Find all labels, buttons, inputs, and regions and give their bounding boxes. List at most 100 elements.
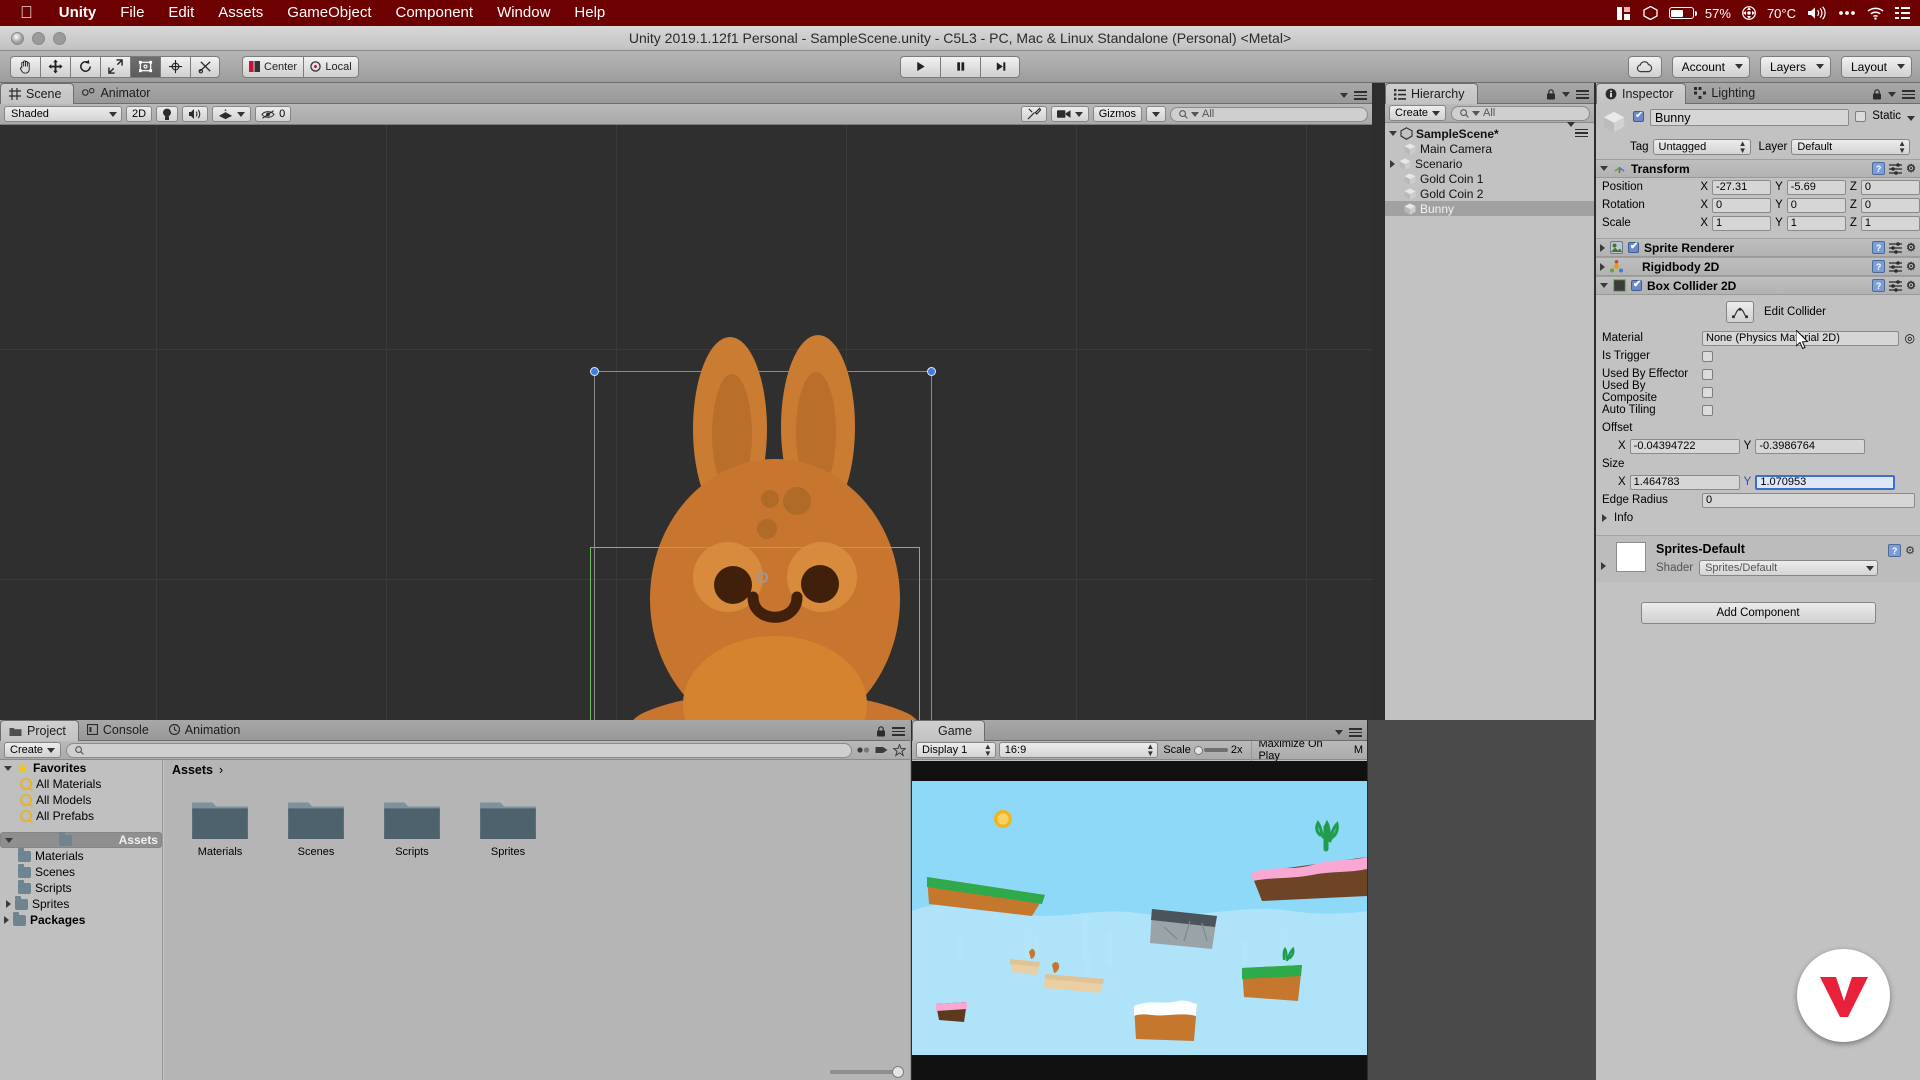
project-tree-scripts[interactable]: Scripts [0,879,162,896]
rect-handle-top-right[interactable] [927,367,936,376]
game-view-render[interactable] [912,761,1367,1080]
minimize-button[interactable] [32,32,45,45]
scene-tab-menu[interactable] [1340,91,1367,100]
gizmos-dropdown[interactable]: Gizmos [1092,106,1142,122]
edit-collider-button[interactable] [1726,301,1754,323]
collider-info-row[interactable]: Info [1596,509,1920,527]
asset-item-scenes[interactable]: Scenes [270,796,362,858]
scale-x-field[interactable]: 1 [1712,215,1772,231]
preset-icon[interactable] [1889,241,1903,254]
auto-tiling-checkbox[interactable] [1702,404,1713,416]
project-tree-favorites[interactable]: Favorites [0,760,162,776]
help-icon[interactable]: ? [1872,241,1886,254]
scale-y-field[interactable]: 1 [1786,215,1846,231]
object-name-field[interactable]: Bunny [1650,109,1850,126]
menu-edit[interactable]: Edit [156,0,206,26]
filter-by-type-icon[interactable] [857,744,870,756]
position-x-field[interactable]: -27.31 [1712,179,1772,195]
panel-menu-icon[interactable] [1349,728,1362,737]
tab-animation[interactable]: Animation [161,719,253,740]
rect-tool-button[interactable] [130,55,160,78]
asset-zoom-slider-handle[interactable] [892,1066,904,1078]
breadcrumb-assets[interactable]: Assets [172,763,213,777]
zoom-button[interactable] [53,32,66,45]
mute-audio-button[interactable]: M [1354,744,1363,756]
component-header-transform[interactable]: Transform ? ⚙ [1596,159,1920,178]
is-trigger-checkbox[interactable] [1702,350,1713,362]
maximize-on-play-button[interactable]: Maximize On Play [1251,738,1346,762]
project-tree-assets[interactable]: Assets [0,831,162,848]
display-dropdown[interactable]: Display 1 ▲ ▼ [916,742,996,758]
toggle-2d-button[interactable]: 2D [126,106,153,122]
project-tree-all-models[interactable]: All Models [0,792,162,808]
chevron-down-icon[interactable] [1600,166,1608,171]
chevron-right-icon[interactable] [6,900,11,908]
chevron-right-icon[interactable] [1600,243,1605,252]
preset-icon[interactable] [1889,162,1903,175]
project-tree-sprites[interactable]: Sprites [0,895,162,912]
tab-inspector[interactable]: Inspector [1596,83,1687,104]
hierarchy-scene-row[interactable]: SampleScene* [1385,121,1594,141]
close-button[interactable] [11,32,24,45]
sprite-renderer-enabled-checkbox[interactable] [1628,241,1639,253]
help-icon[interactable]: ? [1888,544,1902,557]
shader-dropdown[interactable]: Sprites/Default [1699,560,1879,576]
project-tree-materials[interactable]: Materials [0,847,162,864]
material-picker-icon[interactable]: ◎ [1905,331,1915,345]
box-collider-enabled-checkbox[interactable] [1631,279,1642,291]
scene-camera-button[interactable] [1050,106,1089,122]
asset-zoom-slider[interactable] [830,1066,904,1078]
project-tree-all-materials[interactable]: All Materials [0,776,162,792]
project-create-button[interactable]: Create [4,742,62,758]
chevron-right-icon[interactable] [1601,562,1606,570]
gear-icon[interactable]: ⚙ [1905,544,1915,557]
transform-tool-button[interactable] [160,55,190,78]
scene-lighting-toggle[interactable] [156,106,179,122]
help-icon[interactable]: ? [1872,279,1886,292]
volume-icon[interactable] [1807,6,1827,20]
aspect-dropdown[interactable]: 16:9 ▲ ▼ [998,742,1159,758]
layers-dropdown[interactable]: Layers [1759,55,1831,78]
game-tab-menu[interactable] [1335,728,1362,737]
handle-rotation-button[interactable]: Local [303,55,360,78]
hierarchy-item-scenario[interactable]: Scenario [1385,156,1594,171]
apple-icon[interactable]:  [12,4,47,23]
position-z-field[interactable]: 0 [1860,179,1920,195]
chevron-right-icon[interactable] [1602,514,1607,522]
account-dropdown[interactable]: Account [1671,55,1750,78]
scene-view-canvas[interactable] [0,125,1372,720]
layer-dropdown[interactable]: Default ▲ ▼ [1791,139,1910,155]
chevron-down-icon[interactable] [1600,283,1608,288]
play-button[interactable] [900,55,940,78]
project-contents[interactable]: Assets › Materials Scenes Scripts Sprite… [164,760,910,1080]
rotate-tool-button[interactable] [70,55,100,78]
scene-visibility-toggle[interactable]: 0 [255,106,292,122]
tab-console[interactable]: Console [79,719,161,740]
scene-search-input[interactable]: All [1170,106,1368,122]
chevron-right-icon[interactable] [4,916,9,924]
hierarchy-search-input[interactable]: All [1451,105,1590,121]
panel-menu-icon[interactable] [1902,90,1915,99]
control-center-icon[interactable] [1895,7,1910,19]
component-header-sprite-renderer[interactable]: Sprite Renderer ? ⚙ [1596,238,1920,257]
panel-divider[interactable] [910,720,911,1080]
asset-item-sprites[interactable]: Sprites [462,796,554,858]
scale-slider[interactable] [1193,745,1228,755]
hierarchy-item-gold-coin-1[interactable]: Gold Coin 1 [1385,171,1594,186]
project-tab-menu[interactable] [876,726,905,737]
favorites-star-icon[interactable] [893,743,906,757]
menu-assets[interactable]: Assets [206,0,275,26]
size-y-field[interactable]: 1.070953 [1755,474,1896,490]
ellipsis-icon[interactable] [1838,10,1856,16]
chevron-down-icon[interactable] [4,765,12,771]
asset-item-materials[interactable]: Materials [174,796,266,858]
fan-icon[interactable] [1742,6,1756,20]
tab-scene[interactable]: Scene [0,83,75,104]
scene-tools-button[interactable] [1020,106,1047,122]
used-by-effector-checkbox[interactable] [1702,368,1713,380]
preset-icon[interactable] [1889,260,1903,273]
gear-icon[interactable]: ⚙ [1906,279,1916,292]
size-x-field[interactable]: 1.464783 [1629,474,1740,490]
project-tree-packages[interactable]: Packages [0,911,162,928]
rotation-z-field[interactable]: 0 [1860,197,1920,213]
